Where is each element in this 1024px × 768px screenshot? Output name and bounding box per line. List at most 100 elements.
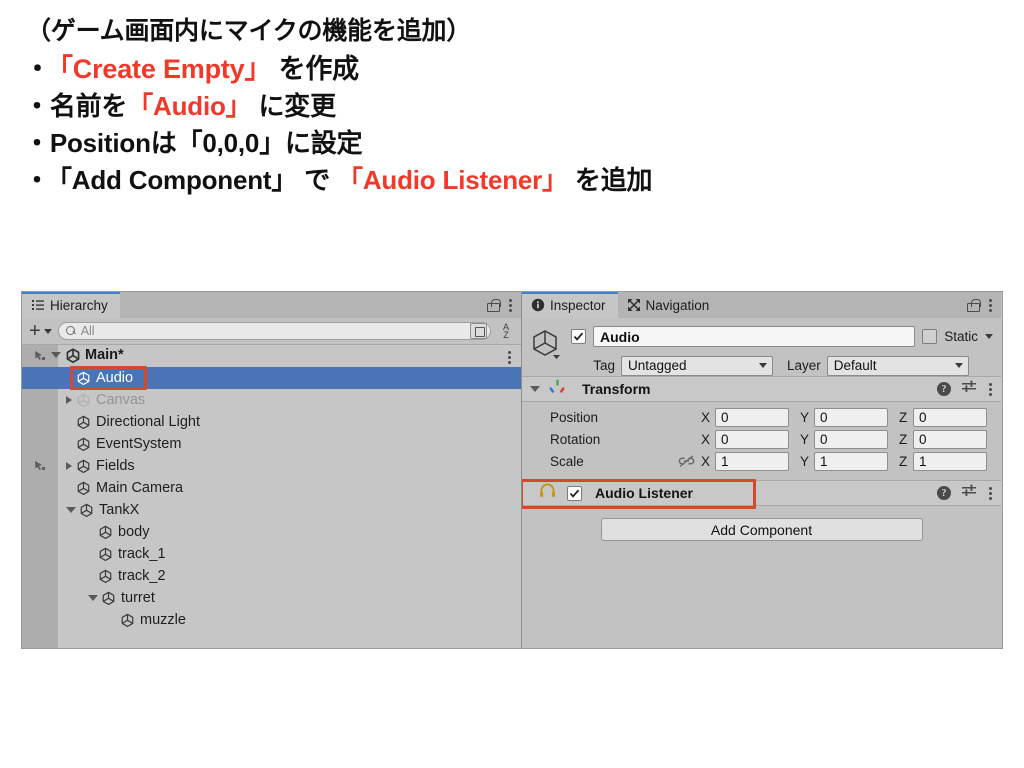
alpha-sort-icon[interactable]: A Z — [497, 322, 515, 340]
preset-icon[interactable] — [962, 380, 977, 398]
bullet-icon: ・ — [24, 127, 50, 158]
hierarchy-item-eventsystem[interactable]: EventSystem — [22, 433, 521, 455]
hierarchy-item-muzzle[interactable]: muzzle — [22, 609, 521, 631]
transform-scale-x-input[interactable]: 1 — [715, 451, 789, 471]
inspector-panel: Inspector Navigation Audio Static Tag Un… — [522, 292, 1001, 648]
hierarchy-item-label: muzzle — [140, 612, 186, 628]
gameobject-cube-icon — [76, 481, 91, 496]
search-input[interactable]: All — [57, 322, 491, 340]
transform-foldout-icon[interactable] — [530, 386, 540, 392]
sort-label-bottom: Z — [503, 330, 509, 340]
create-empty-highlight: 「Create Empty」 — [46, 53, 272, 84]
tag-dropdown[interactable]: Untagged — [621, 355, 773, 376]
add-component-button[interactable]: Add Component — [600, 518, 923, 541]
unity-editor-window: Hierarchy + All A Z Main* Audio Canvas D… — [22, 292, 1002, 648]
bullet-icon: ・ — [24, 53, 51, 84]
tab-navigation[interactable]: Navigation — [617, 292, 722, 318]
hierarchy-item-canvas[interactable]: Canvas — [22, 389, 521, 411]
axis-label-y: Y — [800, 453, 810, 469]
gameobject-cube-icon — [79, 503, 94, 518]
scene-name-label: Main* — [85, 347, 124, 363]
lock-icon[interactable] — [487, 298, 501, 312]
scene-row-main[interactable]: Main* — [22, 345, 521, 367]
hierarchy-toolbar: + All A Z — [22, 318, 521, 345]
inspector-header-fields: Audio Static Tag Untagged Layer Default — [571, 325, 993, 377]
transform-position-y-input[interactable]: 0 — [814, 407, 888, 427]
kebab-menu-icon[interactable] — [988, 486, 992, 500]
slide-line-position: ・Positionは「0,0,0」に設定 — [24, 125, 1000, 162]
tab-inspector[interactable]: Inspector — [522, 292, 618, 318]
hierarchy-item-label: track_1 — [118, 546, 166, 562]
axis-label-y: Y — [800, 409, 810, 425]
help-icon[interactable]: ? — [937, 486, 951, 500]
object-name-field[interactable]: Audio — [593, 326, 916, 347]
link-spacer — [678, 411, 695, 424]
rename-suffix: に変更 — [251, 90, 336, 121]
axis-label-y: Y — [800, 431, 810, 447]
hierarchy-item-label: Main Camera — [96, 480, 184, 496]
add-gameobject-button[interactable]: + — [29, 321, 52, 341]
kebab-menu-icon[interactable] — [988, 298, 992, 312]
transform-rotation-y-input[interactable]: 0 — [814, 429, 888, 449]
audio-listener-enabled-checkbox[interactable] — [567, 485, 582, 501]
axis-label-x: X — [701, 409, 711, 425]
help-icon[interactable]: ? — [937, 382, 951, 396]
search-placeholder: All — [80, 324, 95, 338]
hierarchy-item-directional-light[interactable]: Directional Light — [22, 411, 521, 433]
foldout-open-icon[interactable] — [66, 507, 76, 513]
kebab-menu-icon[interactable] — [508, 298, 512, 312]
hierarchy-item-main-camera[interactable]: Main Camera — [22, 477, 521, 499]
object-enabled-checkbox[interactable] — [571, 329, 586, 344]
transform-row-label: Position — [550, 409, 599, 425]
transform-header-actions: ? — [937, 380, 992, 398]
transform-row-scale: Scale X 1 Y 1 Z 1 — [522, 450, 992, 472]
bullet-icon: ・ — [24, 90, 50, 121]
hierarchy-item-label: Canvas — [96, 392, 146, 408]
hierarchy-item-fields[interactable]: Fields — [22, 455, 521, 477]
lock-icon[interactable] — [967, 298, 981, 312]
scene-foldout-icon[interactable] — [51, 352, 61, 358]
search-icon — [65, 326, 76, 336]
component-header-transform[interactable]: Transform ? — [522, 376, 1001, 402]
foldout-open-icon[interactable] — [88, 595, 98, 601]
transform-scale-y-input[interactable]: 1 — [814, 451, 888, 471]
kebab-menu-icon[interactable] — [988, 382, 992, 396]
scene-kebab-menu-icon[interactable] — [507, 351, 511, 364]
prefab-hand-icon — [33, 459, 49, 477]
popout-icon[interactable] — [470, 323, 487, 339]
tab-navigation-label: Navigation — [645, 297, 710, 313]
axis-label-z: Z — [899, 409, 908, 425]
hierarchy-item-track-2[interactable]: track_2 — [22, 565, 521, 587]
tab-hierarchy[interactable]: Hierarchy — [22, 292, 120, 318]
transform-rotation-z-input[interactable]: 0 — [913, 429, 987, 449]
hierarchy-item-body[interactable]: body — [22, 521, 521, 543]
layer-dropdown[interactable]: Default — [826, 355, 969, 376]
hierarchy-item-turret[interactable]: turret — [22, 587, 521, 609]
component-header-audio-listener[interactable]: Audio Listener ? — [522, 480, 1001, 506]
field-value: 0 — [721, 409, 729, 425]
foldout-closed-icon[interactable] — [66, 462, 72, 470]
tab-hierarchy-label: Hierarchy — [50, 297, 108, 313]
chevron-down-icon — [759, 363, 767, 368]
transform-title: Transform — [582, 381, 651, 397]
hierarchy-item-tankx[interactable]: TankX — [22, 499, 521, 521]
rename-prefix: 名前を — [49, 90, 128, 121]
hierarchy-item-label: EventSystem — [96, 436, 182, 452]
foldout-closed-icon[interactable] — [66, 396, 72, 404]
hierarchy-item-label: Audio — [96, 370, 134, 386]
transform-rotation-x-input[interactable]: 0 — [715, 429, 789, 449]
hierarchy-item-audio[interactable]: Audio — [22, 367, 521, 389]
hierarchy-tree[interactable]: Main* Audio Canvas Directional Light EventS… — [22, 345, 521, 648]
transform-scale-z-input[interactable]: 1 — [913, 451, 987, 471]
static-label: Static — [944, 329, 978, 344]
position-text: Positionは「0,0,0」に設定 — [49, 127, 363, 158]
static-checkbox[interactable] — [922, 329, 938, 344]
preset-icon[interactable] — [962, 484, 977, 502]
hierarchy-item-track-1[interactable]: track_1 — [22, 543, 521, 565]
static-dropdown-chevron-down-icon[interactable] — [985, 334, 993, 339]
transform-position-x-input[interactable]: 0 — [715, 407, 789, 427]
inspector-tab-spacer — [721, 292, 967, 318]
constrain-proportions-unlinked-icon[interactable] — [678, 454, 695, 468]
transform-position-z-input[interactable]: 0 — [913, 407, 987, 427]
axis-label-z: Z — [899, 453, 908, 469]
